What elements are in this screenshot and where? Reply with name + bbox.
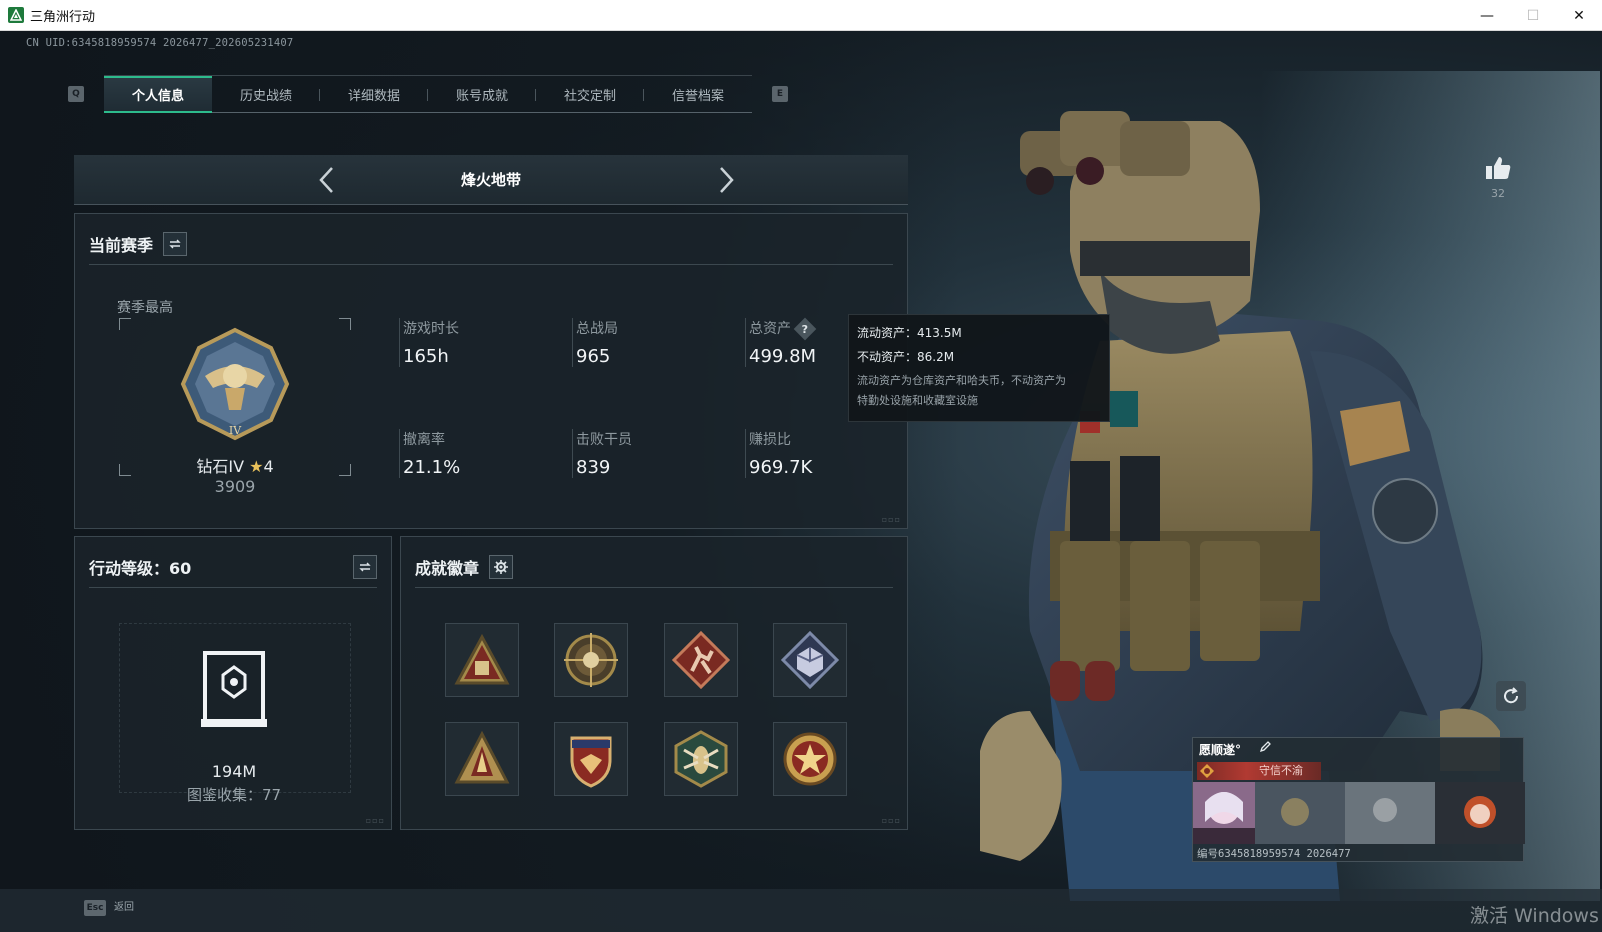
window-titlebar: 三角洲行动 — ☐ ✕ xyxy=(0,0,1602,31)
season-switch-button[interactable] xyxy=(163,232,188,256)
runner-badge[interactable] xyxy=(664,623,738,697)
badges-settings-button[interactable] xyxy=(489,555,514,579)
triangle-flame-badge[interactable] xyxy=(445,722,519,796)
tab-history[interactable]: 历史战绩 xyxy=(212,76,320,113)
edit-icon[interactable] xyxy=(1259,741,1271,753)
divider xyxy=(415,587,893,588)
footer-bar: Esc 返回 激活 Windows xyxy=(0,889,1602,932)
namecard-artwork xyxy=(1255,782,1525,844)
stat-total-matches: 总战局 965 xyxy=(572,318,722,367)
rank-score: 3909 xyxy=(214,477,256,496)
tabs: 个人信息 历史战绩 详细数据 账号成就 社交定制 信誉档案 xyxy=(104,75,752,113)
collection-value: 194M xyxy=(211,762,257,781)
hornet-icon xyxy=(674,730,728,788)
player-id-number: 编号6345818959574 2026477 xyxy=(1197,848,1351,860)
skull-crosshair-icon xyxy=(564,633,618,687)
swap-icon xyxy=(169,239,181,249)
refresh-icon xyxy=(1504,687,1519,704)
triangle-crate-badge[interactable] xyxy=(445,623,519,697)
mode-title: 烽火地带 xyxy=(460,171,521,189)
season-heading: 当前赛季 xyxy=(89,236,154,255)
stat-profit-ratio: 赚损比 969.7K xyxy=(745,429,895,478)
app-icon xyxy=(8,7,24,23)
player-tagline: 守信不渝 xyxy=(1197,762,1321,780)
skull-crosshair-badge[interactable] xyxy=(554,623,628,697)
shield-wings-icon xyxy=(570,736,612,788)
tab-personal-info[interactable]: 个人信息 xyxy=(104,76,212,113)
close-button[interactable]: ✕ xyxy=(1556,0,1602,31)
star-icon: ★ xyxy=(249,457,264,476)
tab-social[interactable]: 社交定制 xyxy=(536,76,644,113)
badges-panel: 成就徽章 ▫▫▫ xyxy=(400,536,908,830)
divider xyxy=(89,587,377,588)
esc-key[interactable]: Esc xyxy=(84,900,106,916)
back-label[interactable]: 返回 xyxy=(114,900,134,916)
namecard-banner xyxy=(1193,782,1525,844)
game-viewport: CN UID:6345818959574 2026477_20260523140… xyxy=(0,31,1602,932)
stat-extract-rate: 撤离率 21.1% xyxy=(399,429,549,478)
player-uid: CN UID:6345818959574 2026477_20260523140… xyxy=(26,37,294,49)
swap-icon xyxy=(359,562,371,572)
collection-cabinet-icon xyxy=(201,651,267,727)
prev-tab-key[interactable]: Q xyxy=(68,86,84,102)
help-icon[interactable]: ? xyxy=(793,317,817,341)
level-heading: 行动等级：60 xyxy=(89,559,192,578)
next-mode-button[interactable] xyxy=(711,165,741,195)
player-namecard[interactable]: 愿顺遂° 守信不渝 编号6345818959574 2026477 xyxy=(1192,737,1525,862)
gear-icon xyxy=(494,560,509,574)
badges-heading: 成就徽章 xyxy=(415,559,480,578)
window-title: 三角洲行动 xyxy=(30,8,96,24)
panel-decoration: ▫▫▫ xyxy=(881,515,901,524)
tab-credit[interactable]: 信誉档案 xyxy=(644,76,752,113)
prev-mode-button[interactable] xyxy=(312,165,342,195)
diamond-rank-emblem-icon: IV xyxy=(180,327,290,441)
rank-name: 钻石IV ★4 xyxy=(196,457,274,476)
tab-detailed-data[interactable]: 详细数据 xyxy=(320,76,428,113)
level-switch-button[interactable] xyxy=(353,555,377,579)
panel-decoration: ▫▫▫ xyxy=(365,816,385,825)
star-medal-badge[interactable] xyxy=(773,722,847,796)
triangle-flame-icon xyxy=(454,730,510,784)
next-tab-key[interactable]: E xyxy=(772,86,788,102)
player-name: 愿顺遂° xyxy=(1199,743,1242,757)
assets-tooltip: 流动资产：413.5M 不动资产：86.2M 流动资产为仓库资产和哈夫币，不动资… xyxy=(848,314,1110,422)
thumbs-up-icon xyxy=(1486,157,1511,179)
mode-selector: 烽火地带 xyxy=(74,155,908,205)
svg-text:IV: IV xyxy=(229,424,242,437)
collection-count: 图鉴收集：77 xyxy=(186,786,282,804)
minimize-button[interactable]: — xyxy=(1464,0,1510,31)
shield-wings-badge[interactable] xyxy=(554,722,628,796)
tab-achievements[interactable]: 账号成就 xyxy=(428,76,536,113)
cube-badge[interactable] xyxy=(773,623,847,697)
stat-playtime: 游戏时长 165h xyxy=(399,318,549,367)
panel-decoration: ▫▫▫ xyxy=(881,816,901,825)
stat-kills: 击败干员 839 xyxy=(572,429,722,478)
refresh-button[interactable] xyxy=(1496,681,1526,711)
season-panel: 当前赛季 赛季最高 IV 钻石IV ★4 3909 游戏时长 165h 总战局 … xyxy=(74,213,908,529)
cube-icon xyxy=(781,631,839,689)
chevron-right-icon xyxy=(720,167,734,193)
maximize-button[interactable]: ☐ xyxy=(1510,0,1556,31)
runner-icon xyxy=(672,631,730,689)
level-panel: 行动等级：60 194M 图鉴收集：77 ▫▫▫ xyxy=(74,536,392,830)
like-button[interactable]: 32 xyxy=(1482,155,1514,200)
tab-bar: Q 个人信息 历史战绩 详细数据 账号成就 社交定制 信誉档案 E xyxy=(68,75,788,113)
triangle-crate-icon xyxy=(454,633,510,685)
hornet-badge[interactable] xyxy=(664,722,738,796)
season-best-label: 赛季最高 xyxy=(117,300,173,316)
divider xyxy=(89,264,893,265)
title-emblem-icon xyxy=(1200,764,1214,778)
chevron-left-icon xyxy=(319,167,333,193)
star-medal-icon xyxy=(783,732,837,786)
windows-activation-watermark: 激活 Windows xyxy=(1470,905,1599,927)
portrait-thumbnail xyxy=(1193,782,1255,844)
like-count: 32 xyxy=(1491,187,1505,200)
